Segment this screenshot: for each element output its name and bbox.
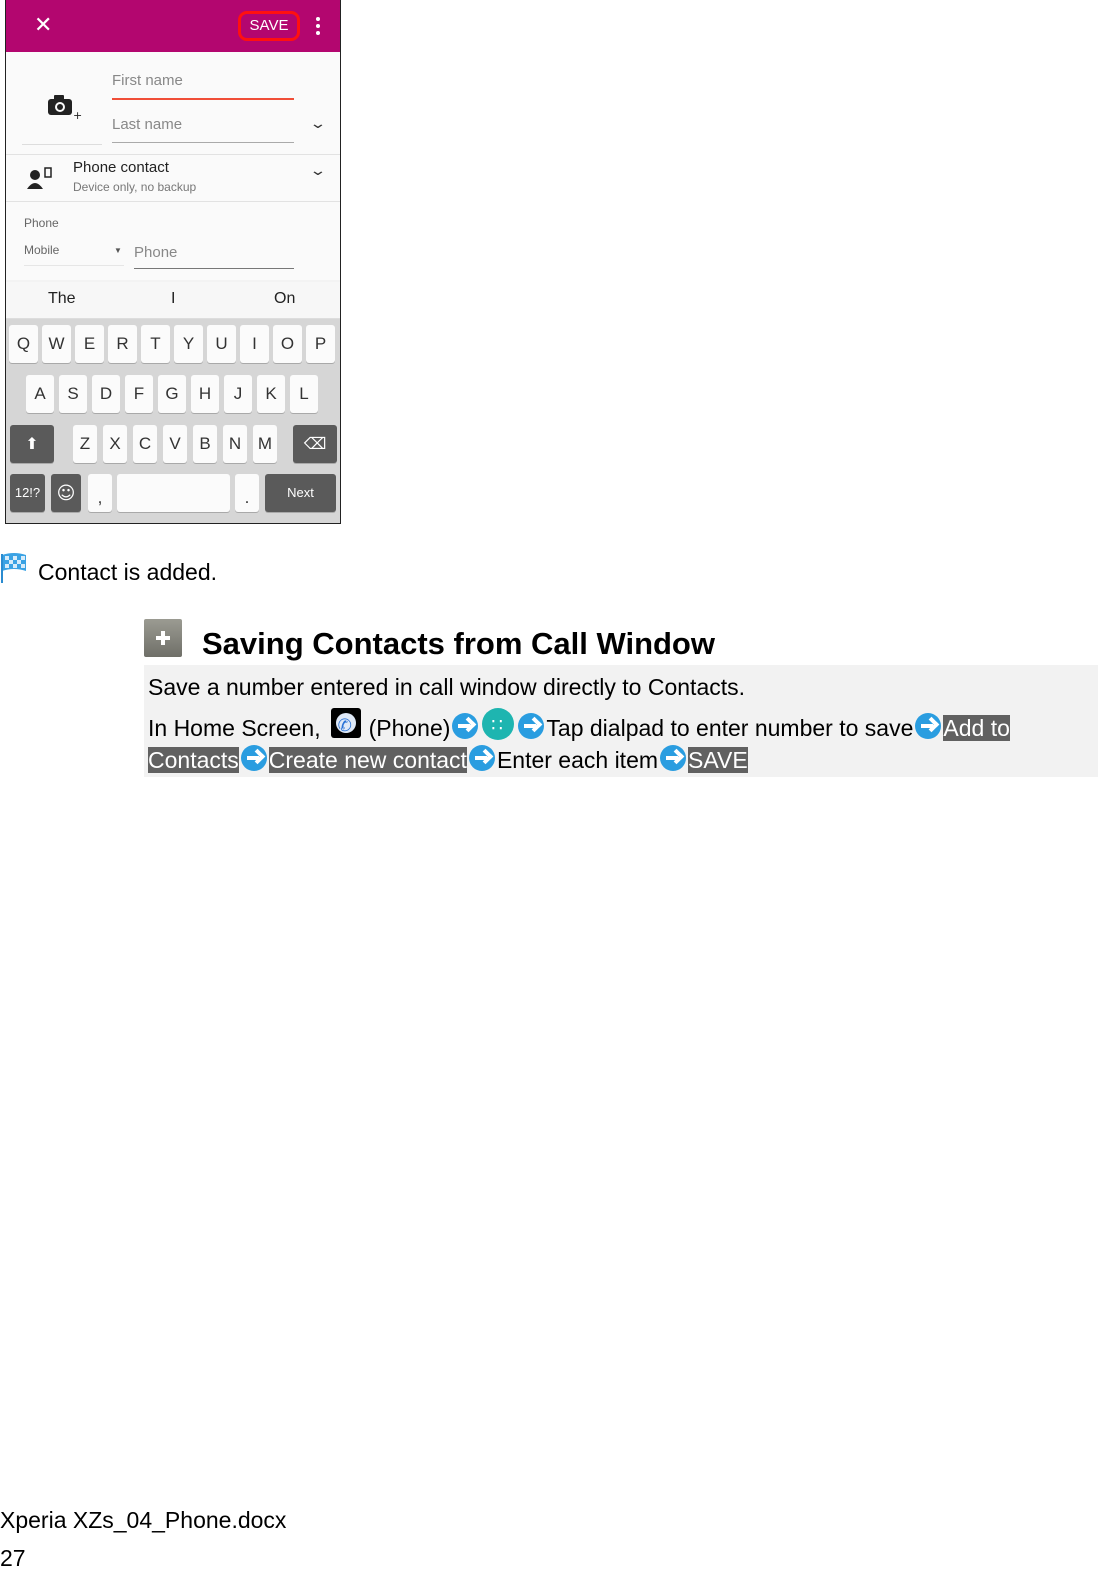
key[interactable]: D bbox=[92, 375, 120, 413]
phone-section-label: Phone bbox=[24, 216, 59, 230]
key[interactable]: G bbox=[158, 375, 186, 413]
section-description: Save a number entered in call window dir… bbox=[148, 674, 746, 700]
key[interactable]: S bbox=[59, 375, 87, 413]
key[interactable]: M bbox=[253, 425, 277, 463]
last-name-input[interactable]: Last name bbox=[112, 116, 294, 143]
key[interactable]: N bbox=[223, 425, 247, 463]
chevron-down-icon[interactable]: ⌄ bbox=[309, 116, 327, 132]
save-button[interactable]: SAVE bbox=[238, 11, 300, 41]
keyboard: Q W E R T Y U I O P A S D F G H J K L ⬆ … bbox=[6, 319, 340, 523]
add-photo-icon: + bbox=[48, 95, 82, 120]
account-selector[interactable]: Phone contact Device only, no backup ⌄ bbox=[6, 155, 340, 202]
key[interactable]: X bbox=[103, 425, 127, 463]
step-text: Enter each item bbox=[496, 747, 659, 773]
suggestion-item[interactable]: The bbox=[48, 290, 76, 308]
create-new-contact-label: Create new contact bbox=[268, 747, 467, 773]
key[interactable]: O bbox=[273, 325, 302, 363]
key[interactable]: I bbox=[240, 325, 269, 363]
steps-line-2: Contacts Create new contact Enter each ite… bbox=[148, 745, 748, 775]
arrow-right-icon bbox=[468, 745, 495, 771]
phone-number-input[interactable]: Phone bbox=[134, 244, 294, 269]
key[interactable]: Y bbox=[174, 325, 203, 363]
add-to-contacts-label: Add to bbox=[943, 715, 1010, 741]
steps-line-1: In Home Screen, (Phone) Tap dialpad to ent… bbox=[148, 708, 1010, 743]
phone-type-select[interactable]: Mobile bbox=[24, 243, 124, 266]
key[interactable]: L bbox=[290, 375, 318, 413]
instruction-box: Save a number entered in call window dir… bbox=[144, 665, 1098, 777]
app-toolbar: ✕ SAVE bbox=[6, 0, 340, 52]
arrow-right-icon bbox=[240, 745, 267, 771]
account-subtitle: Device only, no backup bbox=[73, 180, 197, 194]
backspace-key[interactable]: ⌫ bbox=[293, 425, 337, 463]
result-text: Contact is added. bbox=[38, 559, 218, 585]
backspace-icon: ⌫ bbox=[303, 434, 327, 453]
space-key[interactable] bbox=[117, 474, 230, 512]
step-text: Tap dialpad to enter number to save bbox=[546, 715, 914, 741]
section-title: Saving Contacts from Call Window bbox=[202, 626, 715, 661]
checkered-flag-icon bbox=[1, 553, 26, 583]
key[interactable]: C bbox=[133, 425, 157, 463]
step-text: In Home Screen, bbox=[148, 715, 321, 741]
key[interactable]: A bbox=[26, 375, 54, 413]
phone-contact-icon bbox=[27, 167, 52, 189]
emoji-icon: ☺ bbox=[56, 483, 76, 504]
first-name-input[interactable]: First name bbox=[112, 72, 294, 100]
more-vert-icon[interactable] bbox=[316, 17, 320, 38]
key[interactable]: Q bbox=[9, 325, 38, 363]
footer-filename: Xperia XZs_04_Phone.docx bbox=[0, 1507, 287, 1533]
suggestion-bar: The I On bbox=[6, 282, 340, 319]
phone-screenshot: ✕ SAVE + First name Last name ⌄ Phone co… bbox=[5, 0, 341, 524]
dialpad-icon bbox=[482, 708, 515, 741]
arrow-right-icon bbox=[915, 713, 942, 739]
svg-text:+: + bbox=[73, 109, 82, 120]
period-key[interactable]: . bbox=[235, 474, 259, 512]
arrow-right-icon bbox=[660, 745, 687, 771]
dropdown-arrow-icon: ▼ bbox=[114, 246, 122, 255]
save-label: SAVE bbox=[688, 747, 748, 773]
chevron-down-icon[interactable]: ⌄ bbox=[309, 163, 327, 179]
suggestion-item[interactable]: On bbox=[274, 290, 295, 308]
footer-page-number: 27 bbox=[0, 1545, 26, 1571]
key[interactable]: T bbox=[141, 325, 170, 363]
key[interactable]: B bbox=[193, 425, 217, 463]
arrow-right-icon bbox=[518, 713, 545, 739]
symbols-key[interactable]: 12!? bbox=[10, 474, 45, 512]
emoji-key[interactable]: ☺ bbox=[51, 474, 81, 512]
phone-section: Phone Mobile ▼ Phone bbox=[6, 202, 340, 280]
arrow-right-icon bbox=[452, 713, 479, 739]
close-icon[interactable]: ✕ bbox=[34, 13, 52, 39]
key[interactable]: P bbox=[306, 325, 335, 363]
comma-key[interactable]: , bbox=[88, 474, 112, 512]
key[interactable]: F bbox=[125, 375, 153, 413]
shift-key[interactable]: ⬆ bbox=[10, 425, 54, 463]
account-title: Phone contact bbox=[73, 159, 169, 176]
suggestion-item[interactable]: I bbox=[171, 290, 175, 308]
key[interactable]: V bbox=[163, 425, 187, 463]
add-to-contacts-label: Contacts bbox=[148, 747, 239, 773]
next-key[interactable]: Next bbox=[265, 474, 336, 512]
step-text: (Phone) bbox=[368, 715, 451, 741]
key[interactable]: H bbox=[191, 375, 219, 413]
key[interactable]: W bbox=[42, 325, 71, 363]
plus-icon bbox=[144, 619, 182, 657]
key[interactable]: Z bbox=[73, 425, 97, 463]
photo-picker[interactable]: + bbox=[22, 64, 102, 145]
name-section: + First name Last name ⌄ bbox=[6, 52, 340, 155]
shift-icon: ⬆ bbox=[25, 434, 39, 453]
key[interactable]: U bbox=[207, 325, 236, 363]
key[interactable]: J bbox=[224, 375, 252, 413]
key[interactable]: R bbox=[108, 325, 137, 363]
key[interactable]: E bbox=[75, 325, 104, 363]
phone-app-icon bbox=[330, 708, 361, 741]
key[interactable]: K bbox=[257, 375, 285, 413]
